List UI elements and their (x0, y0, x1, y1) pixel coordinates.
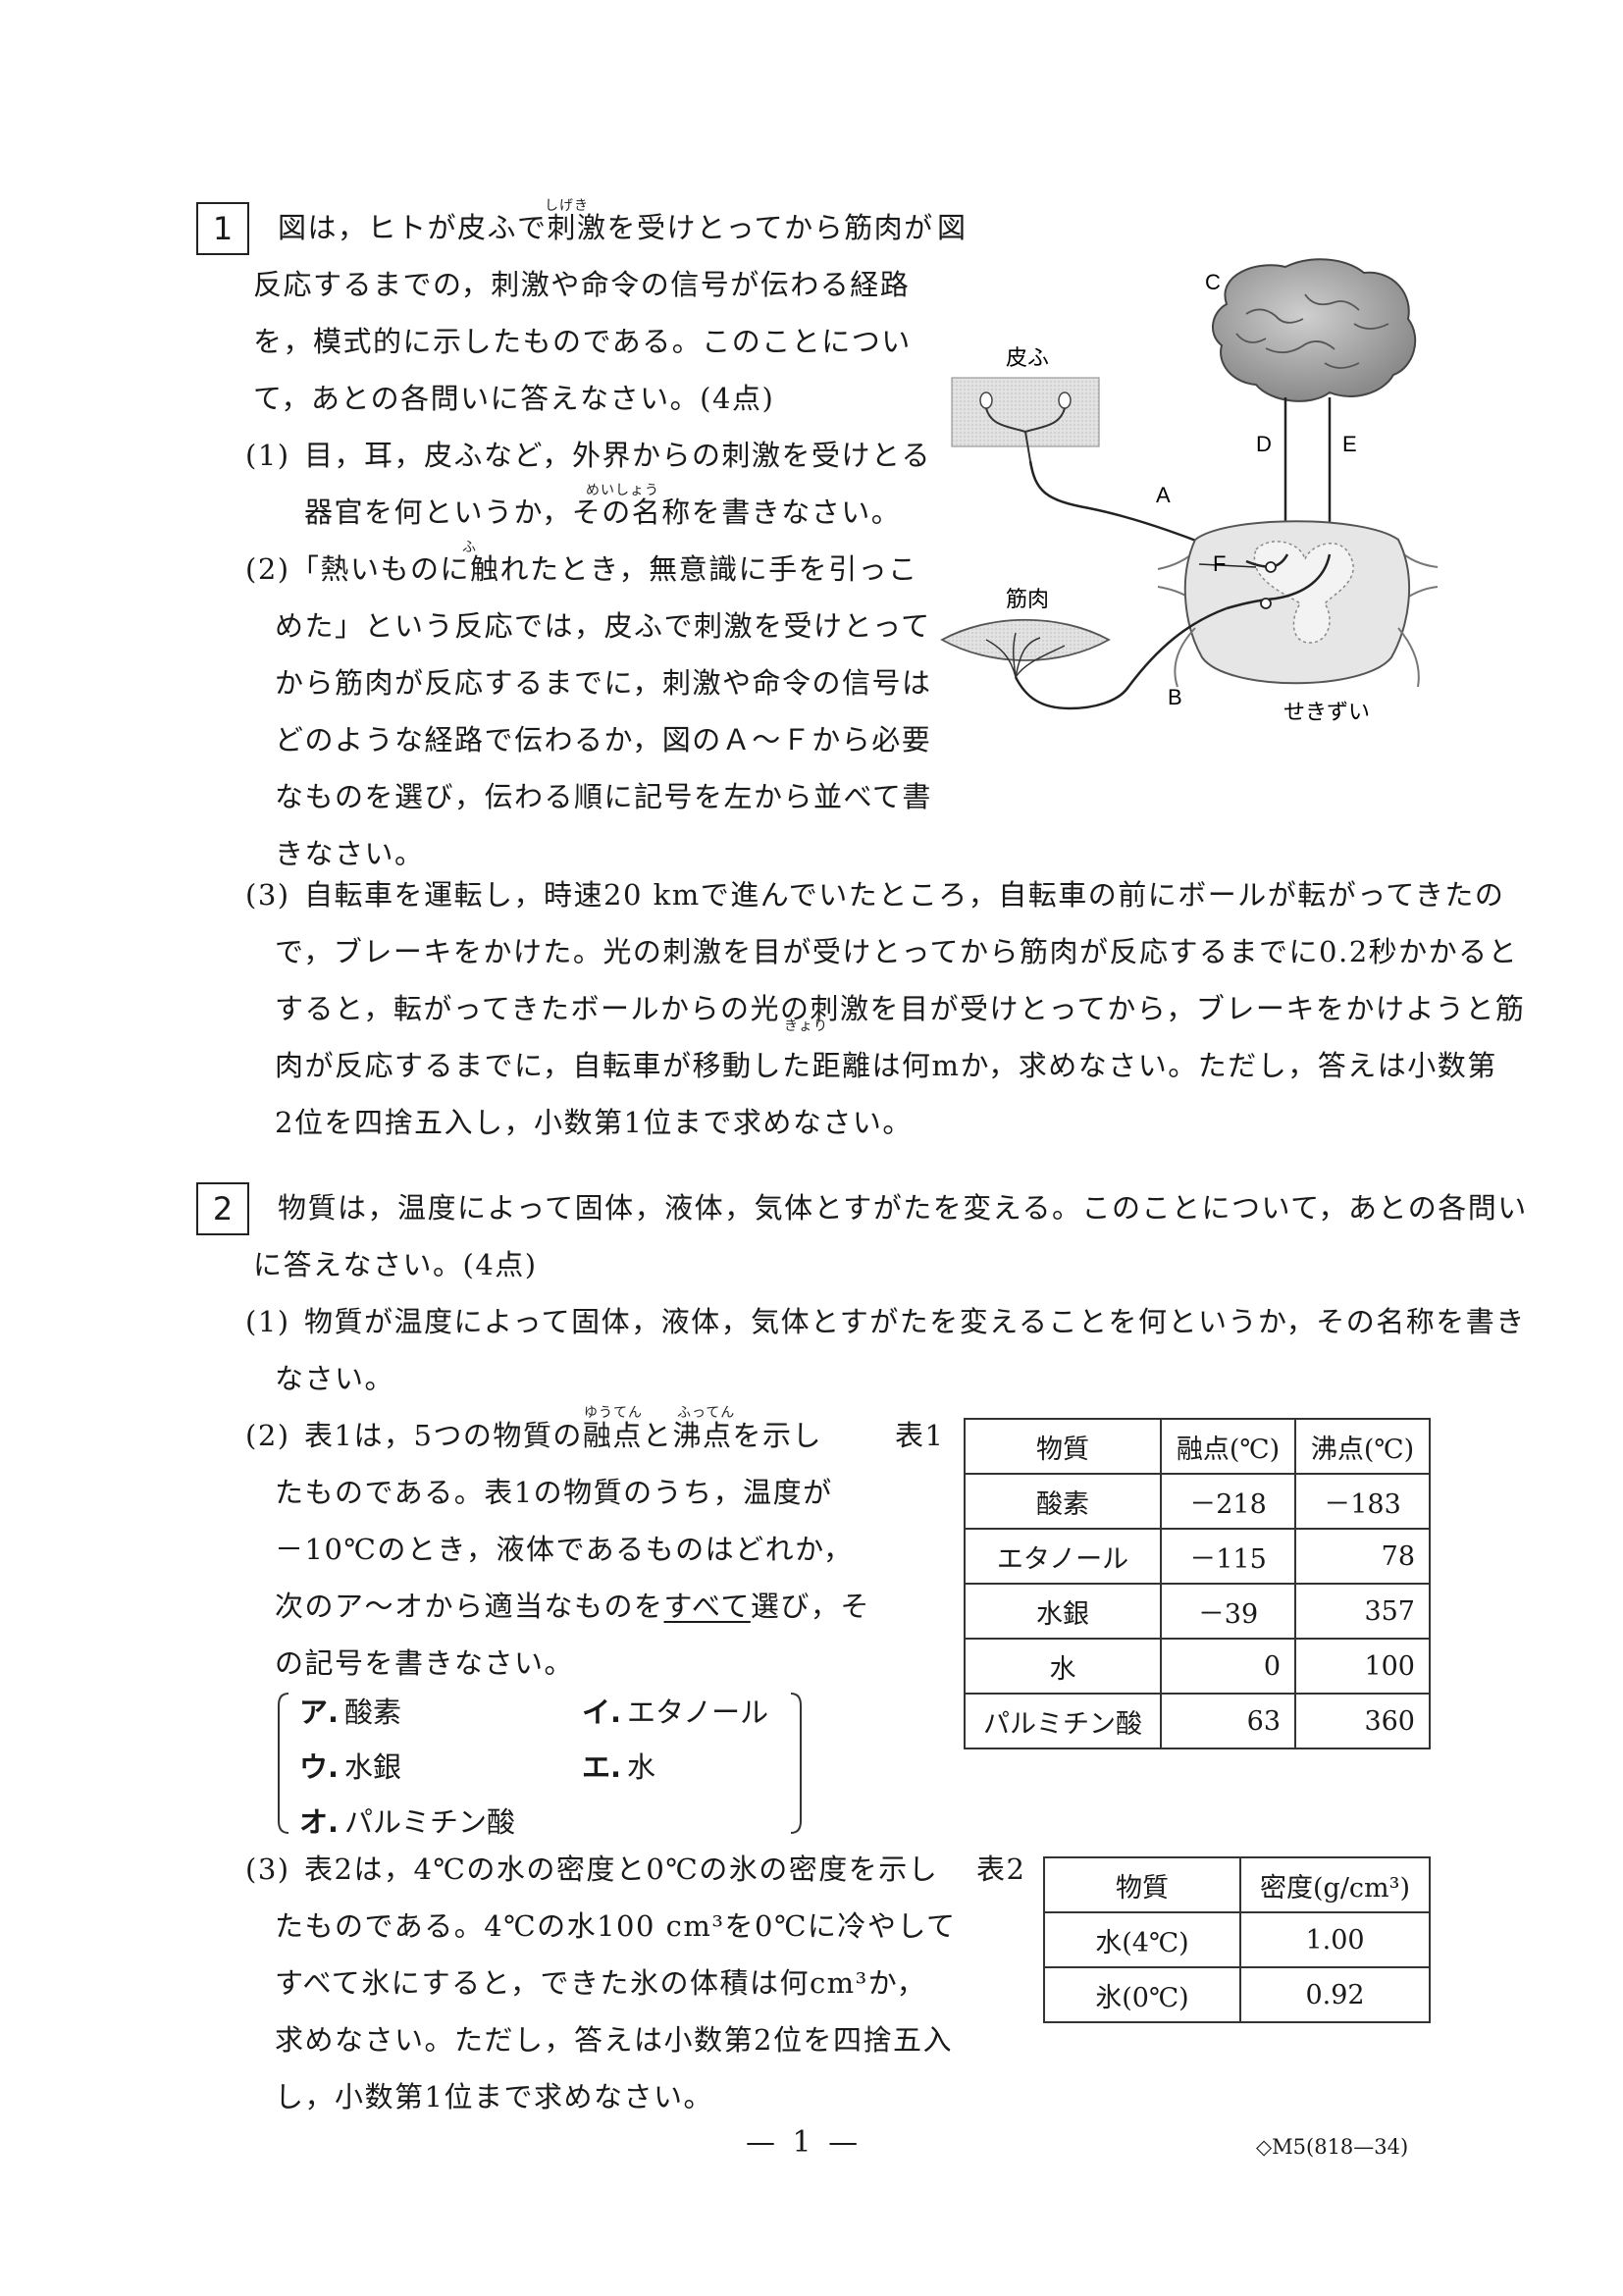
q1-part-3-label: (3) (245, 878, 290, 912)
q2-part-2-line-4: 次のア～オから適当なものをすべて選び，そ (275, 1590, 870, 1623)
q1-intro-line-1: 図は，ヒトが皮ふで刺激を受けとってから筋肉が (278, 211, 934, 244)
ruby-kyori: きょり (784, 1018, 828, 1034)
table-row: 水 0 100 (964, 1638, 1431, 1695)
q1-part-2-line-4: どのような経路で伝わるか，図のＡ～Ｆから必要 (275, 723, 932, 757)
table-2-caption: 表2 (976, 1852, 1026, 1886)
skin-label: 皮ふ (1006, 345, 1049, 370)
question-number-box: 2 (196, 1182, 249, 1235)
spine-label: せきずい (1283, 700, 1370, 724)
q1-part-2-line-3: から筋肉が反応するまでに，刺激や命令の信号は (275, 666, 932, 700)
table-1-caption: 表1 (895, 1419, 945, 1452)
q1-part-3-line-2: で，ブレーキをかけた。光の刺激を目が受けとってから筋肉が反応するまでに0.2秒か… (275, 935, 1519, 968)
q1-part-3-line-3: すると，転がってきたボールからの光の刺激を目が受けとってから，ブレーキをかけよう… (275, 992, 1526, 1025)
q1-part-2-line-2: めた」という反応では，皮ふで刺激を受けとって (275, 609, 931, 643)
option-u: ウ. 水銀 (299, 1750, 402, 1784)
table-row: 氷(0℃) 0.92 (1043, 1966, 1431, 2023)
q1-part-1-line-1: 目，耳，皮ふなど，外界からの刺激を受けとる (304, 439, 932, 472)
q2-part-3-line-5: し，小数第1位まで求めなさい。 (275, 2080, 713, 2113)
label-e: E (1342, 432, 1357, 456)
q2-part-1-line-2: なさい。 (275, 1362, 395, 1395)
table-1: 物質 融点(℃) 沸点(℃) 酸素 －218 －183 エタノール －115 78 水銀… (964, 1418, 1431, 1749)
q1-part-2-line-1: 「熱いものに触れたとき，無意識に手を引っこ (290, 552, 918, 586)
q2-part-3-label: (3) (245, 1852, 290, 1886)
q2-part-2-line-1: 表1は，5つの物質の融点と沸点を示し (304, 1419, 822, 1452)
q2-part-3-line-3: すべて氷にすると，できた氷の体積は何cm³か， (275, 1966, 927, 2000)
label-f: F (1213, 551, 1226, 576)
q1-intro-line-3: を，模式的に示したものである。このことについ (253, 325, 912, 358)
q2-part-2-line-5: の記号を書きなさい。 (275, 1646, 575, 1680)
q2-part-2-line-2: たものである。表1の物質のうち，温度が (275, 1476, 833, 1509)
label-b: B (1168, 685, 1182, 709)
spinal-cord-illustration (1157, 520, 1439, 688)
q2-part-2-line-3: －10℃のとき，液体であるものはどれか， (275, 1533, 854, 1566)
option-e: エ. 水 (582, 1750, 656, 1784)
q2-part-2-label: (2) (245, 1419, 290, 1452)
q1-part-2-line-5: なものを選び，伝わる順に記号を左から並べて書 (275, 780, 932, 813)
table-2: 物質 密度(g/cm³) 水(4℃) 1.00 氷(0℃) 0.92 (1043, 1856, 1431, 2023)
q2-part-3-line-2: たものである。4℃の水100 cm³を0℃に冷やして (275, 1909, 957, 1943)
page-number: — 1 — (746, 2125, 863, 2160)
q1-part-1-label: (1) (245, 439, 290, 472)
label-d: D (1256, 432, 1272, 456)
question-number-box: 1 (196, 202, 249, 255)
nerve-pathway-figure: C D E A F B 皮ふ 筋肉 せきずい (940, 258, 1439, 724)
table-row: 水(4℃) 1.00 (1043, 1911, 1431, 1968)
label-a: A (1156, 483, 1171, 507)
muscle-label: 筋肉 (1006, 587, 1049, 611)
q2-part-3-line-1: 表2は，4℃の水の密度と0℃の氷の密度を示し (304, 1852, 939, 1886)
q2-intro-line-1: 物質は，温度によって固体，液体，気体とすがたを変える。このことについて，あとの各… (278, 1191, 1528, 1225)
muscle-illustration (940, 618, 1111, 661)
q1-part-3-line-4: 肉が反応するまでに，自転車が移動した距離は何mか，求めなさい。ただし，答えは小数… (275, 1049, 1497, 1082)
table-header-row: 物質 密度(g/cm³) (1043, 1856, 1431, 1913)
table-row: パルミチン酸 63 360 (964, 1693, 1431, 1749)
q1-part-3-line-5: 2位を四捨五入し，小数第1位まで求めなさい。 (275, 1106, 913, 1139)
table-row: エタノール －115 78 (964, 1528, 1431, 1585)
document-code: ◇M5(818—34) (1256, 2135, 1409, 2159)
q2-part-1-line-1: 物質が温度によって固体，液体，気体とすがたを変えることを何というか，その名称を書… (304, 1305, 1526, 1338)
table-row: 酸素 －218 －183 (964, 1473, 1431, 1530)
table-header-row: 物質 融点(℃) 沸点(℃) (964, 1418, 1431, 1475)
q2-intro-line-2: に答えなさい。(4点) (253, 1248, 538, 1281)
label-c: C (1205, 270, 1221, 294)
q1-intro-line-4: て，あとの各問いに答えなさい。(4点) (253, 382, 775, 415)
table-row: 水銀 －39 357 (964, 1583, 1431, 1640)
q1-part-3-line-1: 自転車を運転し，時速20 kmで進んでいたところ，自転車の前にボールが転がってき… (304, 878, 1505, 912)
q1-intro-line-2: 反応するまでの，刺激や命令の信号が伝わる経路 (253, 268, 911, 301)
figure-caption: 図 (937, 211, 968, 244)
brain-illustration (1212, 258, 1417, 402)
option-o: オ. パルミチン酸 (299, 1805, 516, 1839)
option-i: イ. エタノール (582, 1696, 769, 1729)
q2-part-3-line-4: 求めなさい。ただし，答えは小数第2位を四捨五入 (275, 2023, 953, 2057)
option-a: ア. 酸素 (299, 1696, 402, 1729)
q1-part-2-label: (2) (245, 552, 290, 586)
q1-part-1-line-2: 器官を何というか，その名称を書きなさい。 (304, 496, 902, 529)
q2-part-1-label: (1) (245, 1305, 290, 1338)
